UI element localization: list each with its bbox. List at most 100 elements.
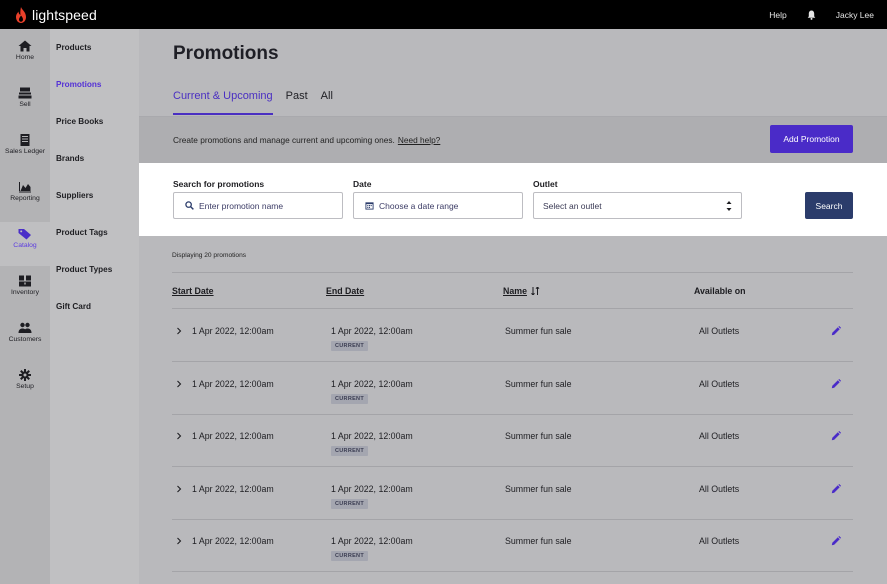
status-badge: CURRENT [331,551,368,561]
promotion-tabs: Current & Upcoming Past All [173,90,346,115]
nav-setup[interactable]: Setup [0,369,50,409]
nav-setup-label: Setup [16,383,34,390]
column-header-name-label: Name [503,286,527,296]
cell-available-on: All Outlets [699,378,740,389]
boxes-icon [19,275,31,287]
chevron-right-icon[interactable] [176,380,182,388]
column-header-name[interactable]: Name [503,286,540,296]
sort-icon[interactable] [531,287,540,295]
tab-past[interactable]: Past [286,90,308,115]
date-placeholder: Choose a date range [379,200,459,211]
catalog-subnav: Products Promotions Price Books Brands S… [50,29,139,584]
top-bar: lightspeed Help Jacky Lee [0,0,887,29]
nav-sell[interactable]: Sell [0,87,50,127]
status-badge: CURRENT [331,341,368,351]
tab-current-upcoming[interactable]: Current & Upcoming [173,90,273,115]
gear-icon [19,369,31,381]
pencil-icon[interactable] [831,536,841,546]
user-menu[interactable]: Jacky Lee [836,10,874,20]
pencil-icon[interactable] [831,483,841,494]
register-icon [18,87,32,99]
subnav-item-product-types[interactable]: Product Types [56,265,112,274]
cell-available-on: All Outlets [699,431,740,441]
main-nav-rail: Home Sell Sales Ledger Reporting Catalog… [0,29,50,584]
subnav-item-gift-card[interactable]: Gift Card [56,302,91,311]
filter-panel: Search for promotions Enter promotion na… [139,163,887,236]
chevron-right-icon[interactable] [176,537,182,545]
cell-available-on: All Outlets [699,326,740,336]
nav-inventory[interactable]: Inventory [0,275,50,315]
nav-inventory-label: Inventory [11,289,39,296]
info-bar: Create promotions and manage current and… [139,117,887,163]
nav-customers-label: Customers [8,336,42,343]
nav-reporting-label: Reporting [10,195,40,202]
nav-home[interactable]: Home [0,40,50,80]
nav-home-label: Home [15,54,35,61]
cell-name: Summer fun sale [505,536,572,546]
status-badge: CURRENT [331,446,368,456]
cell-name: Summer fun sale [505,378,572,389]
table-row[interactable]: 1 Apr 2022, 12:00am 1 Apr 2022, 12:00am CU… [172,309,853,362]
nav-catalog-label: Catalog [13,242,37,249]
date-label: Date [353,179,372,189]
date-range-picker[interactable]: Choose a date range [353,192,523,219]
search-icon [185,201,194,210]
column-header-end-date[interactable]: End Date [326,286,364,296]
table-row[interactable]: 1 Apr 2022, 12:00am 1 Apr 2022, 12:00am CU… [172,414,853,467]
column-header-start-date[interactable]: Start Date [172,286,214,296]
chevron-right-icon[interactable] [176,485,182,493]
flame-icon [16,6,26,23]
cell-end-date: 1 Apr 2022, 12:00am [331,536,413,546]
cell-name: Summer fun sale [505,431,572,441]
nav-sales-ledger-label: Sales Ledger [4,148,46,155]
subnav-item-price-books[interactable]: Price Books [56,117,103,126]
promotion-search-input[interactable]: Enter promotion name [173,192,343,219]
column-header-available-on: Available on [694,286,746,296]
table-row[interactable]: 1 Apr 2022, 12:00am 1 Apr 2022, 12:00am CU… [172,519,853,572]
chevron-right-icon[interactable] [176,432,182,440]
table-row[interactable]: 1 Apr 2022, 12:00am 1 Apr 2022, 12:00am CU… [172,362,853,415]
status-badge: CURRENT [331,498,368,509]
info-description: Create promotions and manage current and… [173,135,395,145]
nav-catalog[interactable]: Catalog [0,222,50,266]
chevron-right-icon[interactable] [176,327,182,335]
nav-sales-ledger[interactable]: Sales Ledger [0,134,50,174]
cell-available-on: All Outlets [699,483,740,494]
nav-customers[interactable]: Customers [0,322,50,362]
bell-icon[interactable] [807,10,816,20]
chart-icon [19,182,31,193]
need-help-link[interactable]: Need help? [398,135,440,145]
outlet-select-value: Select an outlet [543,200,602,211]
table-row[interactable]: 1 Apr 2022, 12:00am 1 Apr 2022, 12:00am CU… [172,467,853,520]
subnav-item-suppliers[interactable]: Suppliers [56,191,93,200]
calendar-icon [365,202,374,210]
outlet-select[interactable]: Select an outlet [533,192,742,219]
ledger-icon [20,134,30,146]
pencil-icon[interactable] [831,378,841,389]
nav-sell-label: Sell [19,101,31,108]
search-button[interactable]: Search [805,192,853,219]
subnav-item-promotions[interactable]: Promotions [56,80,102,89]
pencil-icon[interactable] [831,326,841,336]
brand-name: lightspeed [32,6,97,23]
search-placeholder: Enter promotion name [199,200,284,211]
tab-all[interactable]: All [321,90,333,115]
subnav-item-product-tags[interactable]: Product Tags [56,228,108,237]
cell-end-date: 1 Apr 2022, 12:00am [331,431,413,441]
help-link[interactable]: Help [769,10,786,20]
status-badge: CURRENT [331,393,368,404]
nav-reporting[interactable]: Reporting [0,181,50,221]
cell-end-date: 1 Apr 2022, 12:00am [331,326,413,336]
pencil-icon[interactable] [831,431,841,441]
cell-start-date: 1 Apr 2022, 12:00am [192,483,274,494]
lightspeed-logo[interactable]: lightspeed [14,6,97,23]
search-label: Search for promotions [173,179,265,189]
cell-available-on: All Outlets [699,536,740,546]
subnav-item-products[interactable]: Products [56,43,92,52]
cell-end-date: 1 Apr 2022, 12:00am [331,483,413,494]
add-promotion-button[interactable]: Add Promotion [770,125,853,153]
main-content: Promotions Current & Upcoming Past All C… [139,29,887,584]
home-icon [18,40,32,52]
subnav-item-brands[interactable]: Brands [56,154,84,163]
info-text: Create promotions and manage current and… [173,135,440,145]
